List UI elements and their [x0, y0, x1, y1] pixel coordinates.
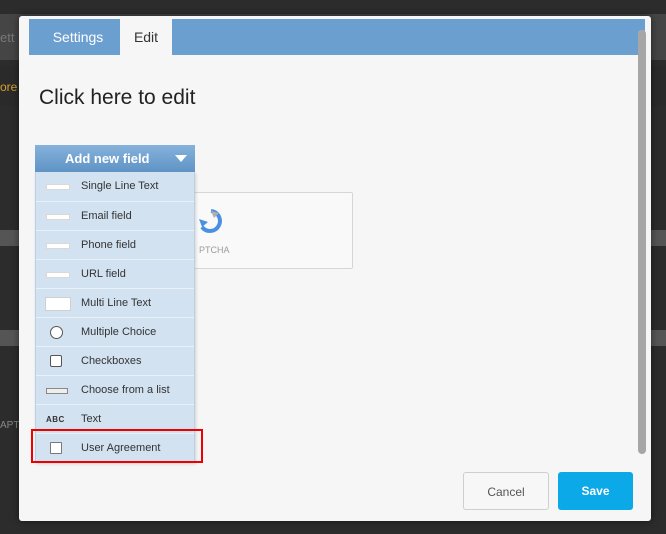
tab-bar: Settings Edit — [29, 19, 645, 55]
email-field-icon — [44, 202, 70, 231]
checkbox-icon — [44, 347, 70, 376]
multi-line-icon — [44, 289, 71, 318]
menu-item-url-field[interactable]: URL field — [36, 259, 194, 288]
phone-field-icon — [44, 231, 70, 260]
select-icon — [44, 376, 70, 405]
add-field-button[interactable]: Add new field — [35, 145, 195, 172]
menu-item-label: Email field — [81, 210, 132, 222]
menu-item-label: Multiple Choice — [81, 326, 157, 338]
page-nav-fragment: ore — [0, 80, 18, 94]
form-title[interactable]: Click here to edit — [39, 86, 195, 110]
tab-edit[interactable]: Edit — [120, 19, 172, 55]
menu-item-multi-line-text[interactable]: Multi Line Text — [36, 288, 194, 317]
field-type-menu: Single Line Text Email field Phone field… — [35, 172, 195, 463]
text-icon: ABC — [46, 415, 65, 424]
menu-item-text[interactable]: ABC Text — [36, 404, 194, 433]
menu-item-label: User Agreement — [81, 442, 161, 454]
menu-item-phone-field[interactable]: Phone field — [36, 230, 194, 259]
menu-item-choose-from-list[interactable]: Choose from a list — [36, 375, 194, 404]
captcha-widget: PTCHA — [192, 192, 353, 269]
cancel-button[interactable]: Cancel — [463, 472, 549, 510]
url-field-icon — [44, 260, 70, 289]
captcha-label: PTCHA — [199, 245, 230, 255]
menu-item-label: URL field — [81, 268, 126, 280]
menu-item-single-line-text[interactable]: Single Line Text — [36, 172, 194, 201]
menu-item-label: Checkboxes — [81, 355, 142, 367]
add-field-label: Add new field — [65, 151, 150, 166]
menu-item-label: Phone field — [81, 239, 137, 251]
recaptcha-icon — [199, 209, 222, 233]
menu-item-checkboxes[interactable]: Checkboxes — [36, 346, 194, 375]
menu-item-label: Multi Line Text — [81, 297, 152, 309]
menu-item-label: Choose from a list — [81, 384, 170, 396]
menu-item-user-agreement[interactable]: User Agreement — [36, 433, 194, 462]
single-line-icon — [44, 172, 70, 201]
menu-item-label: Text — [81, 413, 102, 425]
menu-item-label: Single Line Text — [81, 180, 159, 192]
chevron-down-icon — [175, 155, 187, 162]
menu-item-multiple-choice[interactable]: Multiple Choice — [36, 317, 194, 346]
page-header-fragment: ett — [0, 30, 15, 45]
radio-icon — [44, 318, 70, 347]
agreement-icon — [44, 434, 70, 463]
form-editor-modal: Settings Edit Click here to edit PTCHA A… — [19, 16, 651, 521]
save-button[interactable]: Save — [558, 472, 633, 510]
menu-item-email-field[interactable]: Email field — [36, 201, 194, 230]
scrollbar-thumb[interactable] — [638, 30, 646, 454]
scrollbar[interactable] — [638, 30, 646, 454]
add-field-dropdown: Add new field Single Line Text Email fie… — [35, 145, 195, 463]
tab-settings[interactable]: Settings — [39, 19, 117, 55]
